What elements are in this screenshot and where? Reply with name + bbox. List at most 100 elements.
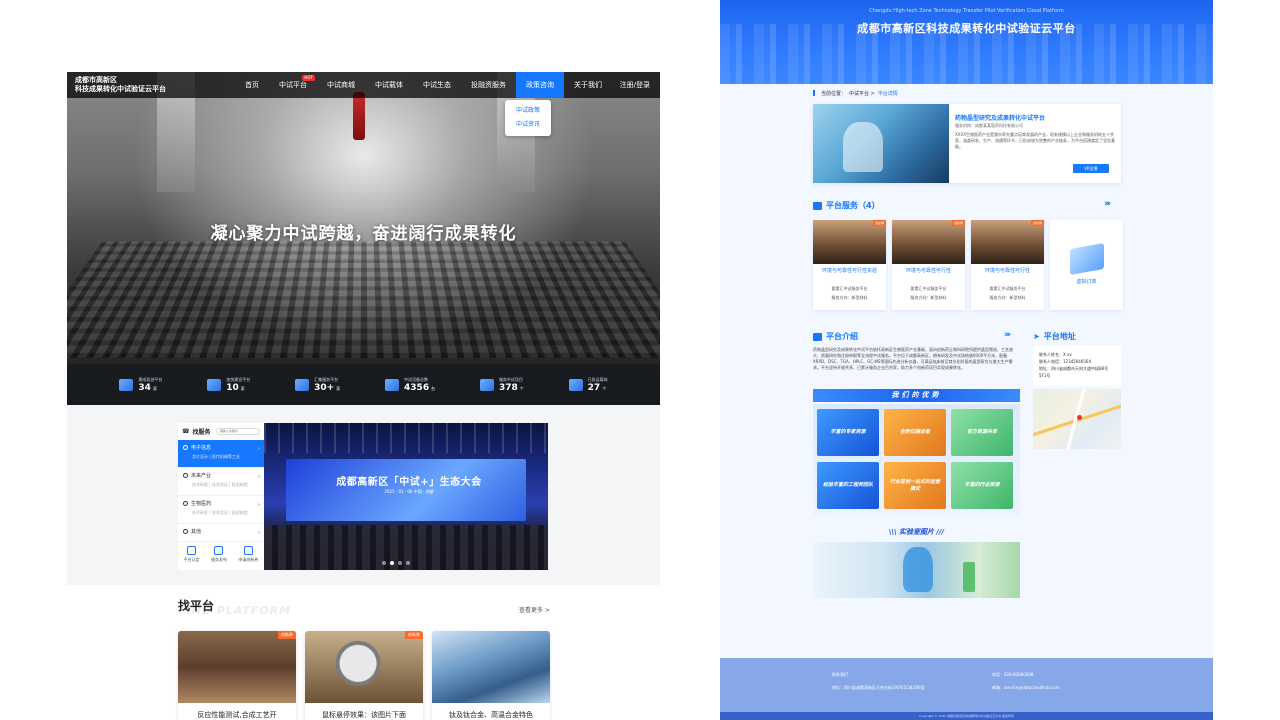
service-card[interactable]: 创新券 环境与可靠性可行性 要素汇中试服务平台 服务方向：新型材料 (892, 220, 965, 310)
service-card[interactable]: 创新券 环境与可靠性可行性 要素汇中试服务平台 服务方向：新型材料 (971, 220, 1044, 310)
contact-address: 地址：四川省成都市天府大道中段88号5F1号 (1039, 366, 1109, 378)
stat-item: 汇集服务平台 30+ 家 (295, 377, 340, 393)
chevron-right-icon: › (258, 502, 260, 508)
service-image (813, 220, 886, 264)
dropdown-item-news[interactable]: 中试资讯 (505, 118, 551, 132)
platform-card[interactable]: 创新券 反应性能测试,合成工艺开 (178, 631, 296, 720)
nav-pilot-platform[interactable]: 中试平台 HOT (269, 72, 317, 98)
hot-badge: HOT (302, 75, 315, 81)
card-title: 反应性能测试,合成工艺开 (197, 711, 277, 719)
lab-cover-image (813, 104, 949, 183)
nav-about[interactable]: 关于我们 (564, 72, 612, 98)
stat-item: 中试设备总数 4356 台 (385, 377, 435, 393)
location-map[interactable] (1033, 389, 1121, 449)
footer-phone: 电话：028-82880088 (992, 672, 1034, 677)
platform-card[interactable]: 钛及钛合金、高温合金特色 (432, 631, 550, 720)
more-arrows-icon[interactable]: ››› (1004, 330, 1011, 340)
service-publish-button[interactable]: 服务发布 (211, 546, 227, 563)
service-actions: 平台认定 服务发布 申请创新券 (178, 542, 264, 563)
advantage-tile: 官方资源共享 (951, 409, 1013, 456)
stat-value: 378 个 (499, 383, 524, 393)
future-icon (183, 473, 188, 478)
box-icon (1069, 242, 1104, 275)
nav-policy[interactable]: 政策咨询 (516, 72, 564, 98)
login-link[interactable]: 注册/登录 (620, 80, 660, 90)
policy-dropdown: 中试政策 中试资讯 (505, 100, 551, 136)
stat-unit: 个 (519, 385, 524, 391)
platform-desc: XXXX生物医药产业是我市率先重点培育发展的产业，现有规模以上企业和服务机构五十… (955, 132, 1115, 149)
platform-org: 服务机构：成都某某医药科技有限公司 (955, 123, 1023, 128)
services-section-title: 平台服务（4） (813, 200, 880, 211)
service-provider: 要素汇中试服务平台 (989, 286, 1026, 291)
virtual-order-label: 虚拟订单 (1076, 278, 1097, 285)
category-future[interactable]: 未来产业 技术研发 | 技术验证 | 轻创制造 › (178, 468, 264, 496)
dropdown-item-policy[interactable]: 中试政策 (505, 104, 551, 118)
carousel-dot[interactable] (390, 561, 394, 565)
top-nav-bar: 成都市高新区 科技成果转化中试验证云平台 首页 中试平台 HOT 中试商城 中试载… (67, 72, 660, 98)
service-image (971, 220, 1044, 264)
nav-ecosystem[interactable]: 中试生态 (413, 72, 461, 98)
ticket-icon (243, 546, 253, 555)
virtual-order-card[interactable]: 虚拟订单 (1050, 220, 1123, 310)
header-en-title: Chengdu High-tech Zone Technology Transf… (869, 8, 1064, 14)
category-title: 其他 (191, 529, 202, 535)
card-title: 钛及钛合金、高温合金特色 (449, 711, 533, 719)
carousel-dot[interactable] (398, 561, 402, 565)
voucher-tag: 创新券 (951, 220, 965, 226)
advantage-tile: 丰富的行业资源 (951, 462, 1013, 509)
nav-finance[interactable]: 投融资服务 (461, 72, 516, 98)
service-card[interactable]: 创新券 环境与可靠性可行性实验 要素汇中试服务平台 服务方向：新型材料 (813, 220, 886, 310)
platform-cards: 创新券 反应性能测试,合成工艺开 创新券 鼠标悬停效果：该图片下面 钛及钛合金、… (178, 631, 550, 720)
nav-mall[interactable]: 中试商城 (317, 72, 365, 98)
apply-voucher-button[interactable]: 申请创新券 (238, 546, 258, 563)
category-title: 未来产业 (191, 473, 212, 479)
voucher-tag: 创新券 (278, 631, 296, 639)
stat-item: 已投运载体 27 个 (568, 377, 608, 393)
category-electronics[interactable]: 电子信息 芯片设计 | 医疗机械等工业 › (178, 440, 264, 468)
see-more-link[interactable]: 查看更多 > (519, 605, 550, 614)
advantage-tile: 行业首创一站式的运营模式 (884, 462, 946, 509)
lab-photo[interactable] (813, 542, 1020, 598)
lab-photos-title: \\\ 实验室图片 /// (888, 528, 945, 536)
send-icon (214, 546, 224, 555)
advantages-title: 我们的优势 (813, 389, 1020, 402)
nav-home[interactable]: 首页 (235, 72, 269, 98)
stat-unit: 家 (240, 385, 245, 391)
action-label: 申请创新券 (238, 557, 259, 562)
action-label: 平台认定 (183, 557, 200, 562)
service-icon: ☎ (182, 428, 190, 435)
category-biomed[interactable]: 生物医药 技术研发 | 技术验证 | 轻创制造 › (178, 496, 264, 524)
carousel-dot[interactable] (406, 561, 410, 565)
biomed-icon (183, 501, 188, 506)
lab-title-text: 实验室图片 (899, 528, 934, 536)
stat-item: 服务中试项目 378 个 (479, 377, 524, 393)
nav-label: 关于我们 (574, 81, 602, 89)
footer-email[interactable]: 邮箱：service@datacloudhub.com (992, 681, 1060, 694)
voucher-tag: 创新券 (405, 631, 423, 639)
vr-tour-button[interactable]: VR全景 (1073, 164, 1109, 173)
nav-label: 中试载体 (375, 81, 403, 89)
find-service-header: ☎ 找服务 请输入关键词 (178, 423, 264, 440)
more-arrows-icon[interactable]: ››› (1104, 199, 1111, 209)
platform-icon (207, 378, 222, 391)
voucher-tag: 创新券 (1030, 220, 1044, 226)
footer-address: 地址：四川省成都高新区天府五街200号1C栋306室 (832, 685, 925, 690)
platform-cert-button[interactable]: 平台认定 (184, 546, 200, 563)
service-search-input[interactable]: 请输入关键词 (215, 428, 260, 435)
category-other[interactable]: 其他 › (178, 524, 264, 542)
event-carousel[interactable]: 成都高新区「中试+」生态大会 2025 · 03 · 06 中国 · 成都 (264, 423, 548, 570)
platform-card[interactable]: 创新券 鼠标悬停效果：该图片下面 (305, 631, 423, 720)
site-footer: 联系我们 地址：四川省成都高新区天府五街200号1C栋306室 电话：028-8… (720, 658, 1213, 720)
stat-number: 10 (226, 382, 239, 393)
card-image (305, 631, 423, 703)
nav-carrier[interactable]: 中试载体 (365, 72, 413, 98)
stat-item: 加快建设平台 10 家 (207, 377, 250, 393)
address-title-text: 平台地址 (1043, 332, 1076, 341)
site-logo[interactable]: 成都市高新区 科技成果转化中试验证云平台 (67, 76, 187, 94)
stat-unit: 台 (431, 385, 436, 391)
stat-unit: 个 (602, 385, 607, 391)
carousel-dot[interactable] (382, 561, 386, 565)
breadcrumb-parent[interactable]: 中试平台 > (849, 90, 875, 97)
nav-label: 政策咨询 (526, 81, 554, 89)
stat-number: 4356 (404, 382, 430, 393)
